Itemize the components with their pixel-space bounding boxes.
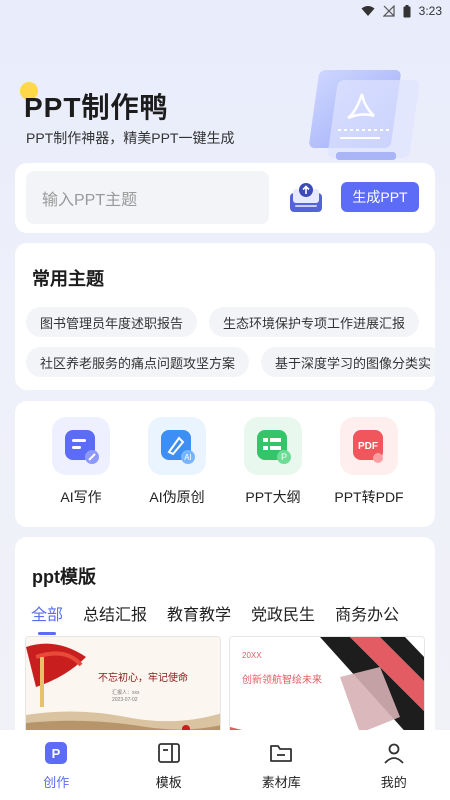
nav-item-templates[interactable]: 模板 xyxy=(129,740,209,791)
topic-input-card: 输入PPT主题 生成PPT xyxy=(15,163,435,233)
tool-ppt-to-pdf[interactable]: PDF PPT转PDF xyxy=(329,417,409,507)
svg-text:P: P xyxy=(52,746,61,761)
nav-item-profile[interactable]: 我的 xyxy=(354,740,434,791)
tool-ppt-outline-label: PPT大纲 xyxy=(245,489,301,505)
tool-ppt-outline[interactable]: P PPT大纲 xyxy=(233,417,313,507)
template-red-theme-preview xyxy=(26,637,220,735)
ai-rewrite-icon: AI xyxy=(148,417,206,475)
battery-icon xyxy=(403,4,411,17)
topic-chip[interactable]: 图书管理员年度述职报告 xyxy=(26,307,198,337)
upload-file-icon[interactable] xyxy=(289,181,323,213)
hero-header: PPT制作鸭 PPT制作神器，精美PPT一键生成 xyxy=(0,60,450,160)
template-tabs: 全部 总结汇报 教育教学 党政民生 商务办公 xyxy=(31,601,399,625)
templates-card: ppt模版 全部 总结汇报 教育教学 党政民生 商务办公 不忘初心，牢记使命 汇… xyxy=(15,537,435,737)
nav-label: 素材库 xyxy=(261,775,301,790)
folder-icon xyxy=(268,740,294,766)
tool-ai-writing-label: AI写作 xyxy=(60,489,102,505)
common-topics-title: 常用主题 xyxy=(32,269,104,289)
status-bar: 3:23 xyxy=(0,0,450,22)
generate-ppt-button[interactable]: 生成PPT xyxy=(341,182,419,212)
tool-ai-rewrite[interactable]: AI AI伪原创 xyxy=(137,417,217,507)
template-icon xyxy=(156,740,182,766)
template-thumbnail[interactable]: 不忘初心，牢记使命 汇报人：xxx 2023-07-02 xyxy=(25,636,221,736)
ppt-to-pdf-icon: PDF xyxy=(340,417,398,475)
tool-ai-writing[interactable]: AI写作 xyxy=(41,417,121,507)
create-icon: P xyxy=(43,740,69,766)
nav-item-materials[interactable]: 素材库 xyxy=(241,740,321,791)
nav-label: 模板 xyxy=(155,775,182,790)
user-icon xyxy=(381,740,407,766)
ppt-outline-icon: P xyxy=(244,417,302,475)
topic-input[interactable]: 输入PPT主题 xyxy=(26,171,269,224)
topic-input-placeholder: 输入PPT主题 xyxy=(42,191,138,209)
topic-chip[interactable]: 基于深度学习的图像分类实 xyxy=(261,347,435,377)
template-presenter: 汇报人：xxx xyxy=(112,690,140,696)
nav-item-create[interactable]: P 创作 xyxy=(16,740,96,791)
template-heading: 创新领航智绘未来 xyxy=(242,675,322,686)
nav-label: 创作 xyxy=(43,775,70,790)
app-subtitle: PPT制作神器，精美PPT一键生成 xyxy=(26,130,235,146)
topic-chip[interactable]: 社区养老服务的痛点问题攻坚方案 xyxy=(26,347,250,377)
tab-education[interactable]: 教育教学 xyxy=(167,601,231,625)
nav-label: 我的 xyxy=(380,775,407,790)
svg-text:PDF: PDF xyxy=(358,441,378,452)
template-heading: 不忘初心，牢记使命 xyxy=(98,673,188,684)
no-signal-icon xyxy=(382,5,395,17)
common-topics-card: 常用主题 图书管理员年度述职报告 生态环境保护专项工作进展汇报 社区养老服务的痛… xyxy=(15,243,435,390)
app-title: PPT制作鸭 xyxy=(24,92,169,123)
svg-text:AI: AI xyxy=(184,453,192,462)
tool-ppt-to-pdf-label: PPT转PDF xyxy=(334,489,404,505)
pdf-document-illustration xyxy=(309,70,420,160)
tab-business-office[interactable]: 商务办公 xyxy=(335,601,399,625)
wifi-icon xyxy=(361,6,375,16)
tab-party-government[interactable]: 党政民生 xyxy=(251,601,315,625)
topic-chip[interactable]: 生态环境保护专项工作进展汇报 xyxy=(209,307,420,337)
tools-card: AI写作 AI AI伪原创 P PPT大纲 PDF PPT转PDF xyxy=(15,401,435,527)
bottom-navigation: P 创作 模板 素材库 我的 xyxy=(0,730,450,800)
templates-title: ppt模版 xyxy=(32,567,96,587)
ai-writing-icon xyxy=(52,417,110,475)
svg-text:P: P xyxy=(281,452,287,462)
tab-all[interactable]: 全部 xyxy=(31,601,63,625)
template-thumbnail[interactable]: 20XX 创新领航智绘未来 xyxy=(229,636,425,736)
template-year: 20XX xyxy=(242,651,262,660)
status-time: 3:23 xyxy=(418,4,442,18)
tool-ai-rewrite-label: AI伪原创 xyxy=(149,489,205,505)
tab-summary-report[interactable]: 总结汇报 xyxy=(83,601,147,625)
template-date: 2023-07-02 xyxy=(112,697,138,703)
